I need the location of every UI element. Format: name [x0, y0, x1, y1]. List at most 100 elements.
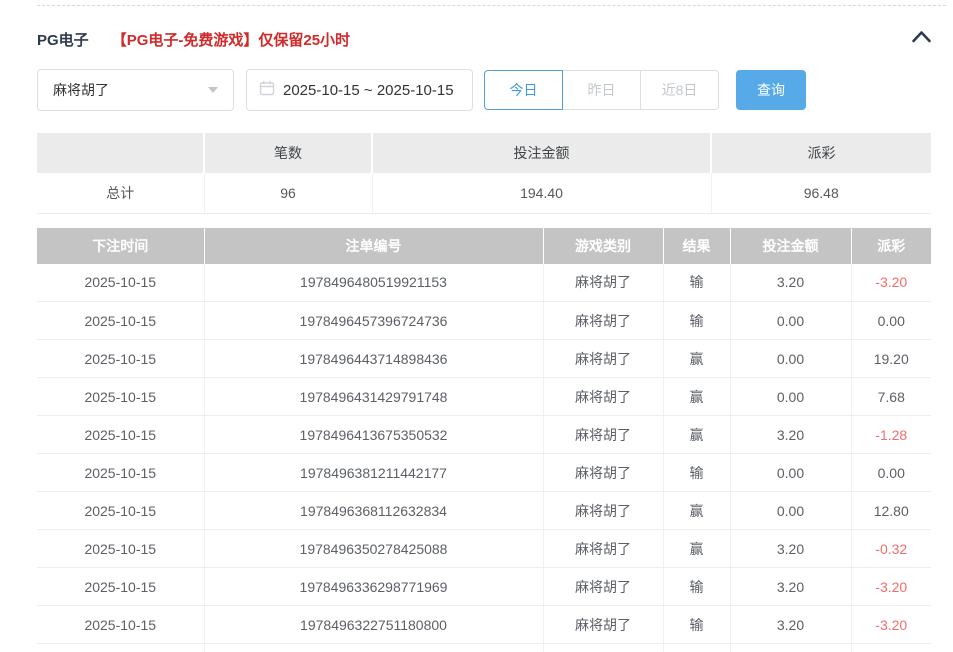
cell-order-number: 1978496457396724736 [204, 302, 543, 340]
records-header-row: 下注时间 注单编号 游戏类别 结果 投注金额 派彩 [37, 228, 931, 264]
cell-bet-amount: 0.00 [730, 340, 851, 378]
cell-result: 赢 [663, 416, 730, 454]
cell-order-number: 1978496431429791748 [204, 378, 543, 416]
cell-bet-amount [730, 644, 851, 652]
collapse-button[interactable] [911, 30, 932, 48]
records-header-time: 下注时间 [37, 228, 204, 264]
records-header-payout: 派彩 [851, 228, 931, 264]
cell-game-type: 麻将胡了 [543, 530, 663, 568]
summary-header-row: 笔数 投注金额 派彩 [37, 133, 931, 173]
cell-payout: -3.20 [851, 264, 931, 302]
cell-order-number: 1978496350278425088 [204, 530, 543, 568]
cell-bet-time: 2025-10-15 [37, 606, 204, 644]
cell-game-type: 麻将胡了 [543, 606, 663, 644]
quick-date-button[interactable]: 今日 [484, 70, 563, 110]
cell-order-number [204, 644, 543, 652]
cell-order-number: 1978496336298771969 [204, 568, 543, 606]
table-row: 2025-10-15 1978496322751180800 麻将胡了 输 3.… [37, 606, 931, 644]
cell-bet-amount: 3.20 [730, 264, 851, 302]
table-row: 2025-10-15 1978496336298771969 麻将胡了 输 3.… [37, 568, 931, 606]
cell-result: 输 [663, 264, 730, 302]
cell-bet-amount: 0.00 [730, 454, 851, 492]
cell-result: 赢 [663, 378, 730, 416]
cell-bet-amount: 3.20 [730, 568, 851, 606]
panel-title: PG电子 [37, 29, 89, 50]
cell-payout: 19.20 [851, 340, 931, 378]
cell-payout: -0.32 [851, 530, 931, 568]
table-row: 2025-10-15 1978496443714898436 麻将胡了 赢 0.… [37, 340, 931, 378]
cell-bet-amount: 3.20 [730, 530, 851, 568]
cell-payout: 7.68 [851, 378, 931, 416]
cell-payout [851, 644, 931, 652]
summary-header-count: 笔数 [204, 133, 372, 173]
game-select-value: 麻将胡了 [53, 80, 109, 100]
cell-game-type: 麻将胡了 [543, 454, 663, 492]
cell-bet-time: 2025-10-15 [37, 264, 204, 302]
cell-order-number: 1978496322751180800 [204, 606, 543, 644]
cell-game-type: 麻将胡了 [543, 340, 663, 378]
quick-date-button-group: 今日昨日近8日 [484, 70, 719, 110]
cell-bet-amount: 3.20 [730, 416, 851, 454]
caret-down-icon [208, 87, 218, 93]
table-row: 2025-10-15 1978496431429791748 麻将胡了 赢 0.… [37, 378, 931, 416]
cell-result: 赢 [663, 492, 730, 530]
cell-game-type: 麻将胡了 [543, 378, 663, 416]
records-header-game: 游戏类别 [543, 228, 663, 264]
records-header-order: 注单编号 [204, 228, 543, 264]
summary-header-bet: 投注金额 [372, 133, 711, 173]
table-row: 2025-10-15 1978496368112632834 麻将胡了 赢 0.… [37, 492, 931, 530]
summary-total-row: 总计 96 194.40 96.48 [37, 173, 931, 213]
panel-header: PG电子 【PG电子-免费游戏】仅保留25小时 [37, 29, 946, 49]
cell-game-type: 麻将胡了 [543, 644, 663, 652]
cell-result: 输 [663, 454, 730, 492]
table-row: 2025-10-15 1978496350278425088 麻将胡了 赢 3.… [37, 530, 931, 568]
records-header-bet: 投注金额 [730, 228, 851, 264]
cell-bet-amount: 3.20 [730, 606, 851, 644]
game-select[interactable]: 麻将胡了 [37, 69, 234, 111]
cell-result: 输 [663, 302, 730, 340]
cell-order-number: 1978496443714898436 [204, 340, 543, 378]
calendar-icon [259, 80, 275, 101]
summary-total-label: 总计 [37, 173, 204, 213]
cell-game-type: 麻将胡了 [543, 568, 663, 606]
top-dashed-divider [37, 5, 946, 6]
cell-bet-time: 2025-10-15 [37, 340, 204, 378]
cell-bet-time: 2025-10-15 [37, 416, 204, 454]
cell-bet-time: 2025-10-15 [37, 568, 204, 606]
summary-header-blank [37, 133, 204, 173]
summary-total-payout: 96.48 [711, 173, 931, 213]
cell-result: 输 [663, 606, 730, 644]
cell-bet-amount: 0.00 [730, 302, 851, 340]
records-body: 2025-10-15 1978496480519921153 麻将胡了 输 3.… [37, 264, 931, 652]
table-row: 2025-10-15 1978496457396724736 麻将胡了 输 0.… [37, 302, 931, 340]
table-row: 麻将胡了 输 [37, 644, 931, 652]
cell-bet-time: 2025-10-15 [37, 492, 204, 530]
quick-date-button[interactable]: 近8日 [640, 70, 719, 110]
date-range-value: 2025-10-15 ~ 2025-10-15 [283, 82, 454, 99]
date-range-input[interactable]: 2025-10-15 ~ 2025-10-15 [246, 69, 473, 111]
chevron-up-icon [911, 30, 932, 48]
cell-bet-time: 2025-10-15 [37, 302, 204, 340]
panel-notice: 【PG电子-免费游戏】仅保留25小时 [112, 29, 350, 50]
pg-game-records-panel: PG电子 【PG电子-免费游戏】仅保留25小时 麻将胡了 [37, 5, 946, 652]
cell-bet-time: 2025-10-15 [37, 378, 204, 416]
cell-payout: -1.28 [851, 416, 931, 454]
cell-game-type: 麻将胡了 [543, 302, 663, 340]
cell-order-number: 1978496381211442177 [204, 454, 543, 492]
table-row: 2025-10-15 1978496381211442177 麻将胡了 输 0.… [37, 454, 931, 492]
cell-order-number: 1978496480519921153 [204, 264, 543, 302]
table-row: 2025-10-15 1978496413675350532 麻将胡了 赢 3.… [37, 416, 931, 454]
cell-game-type: 麻将胡了 [543, 264, 663, 302]
cell-game-type: 麻将胡了 [543, 416, 663, 454]
filter-bar: 麻将胡了 2025-10-15 ~ 2025-10-15 今日昨日近8日 查询 [37, 68, 946, 112]
quick-date-button[interactable]: 昨日 [562, 70, 641, 110]
cell-game-type: 麻将胡了 [543, 492, 663, 530]
cell-bet-time [37, 644, 204, 652]
cell-result: 赢 [663, 340, 730, 378]
summary-header-payout: 派彩 [711, 133, 931, 173]
records-table: 下注时间 注单编号 游戏类别 结果 投注金额 派彩 2025-10-15 197… [37, 228, 931, 652]
search-button[interactable]: 查询 [736, 70, 806, 110]
cell-bet-time: 2025-10-15 [37, 454, 204, 492]
cell-bet-time: 2025-10-15 [37, 530, 204, 568]
summary-total-bet: 194.40 [372, 173, 711, 213]
